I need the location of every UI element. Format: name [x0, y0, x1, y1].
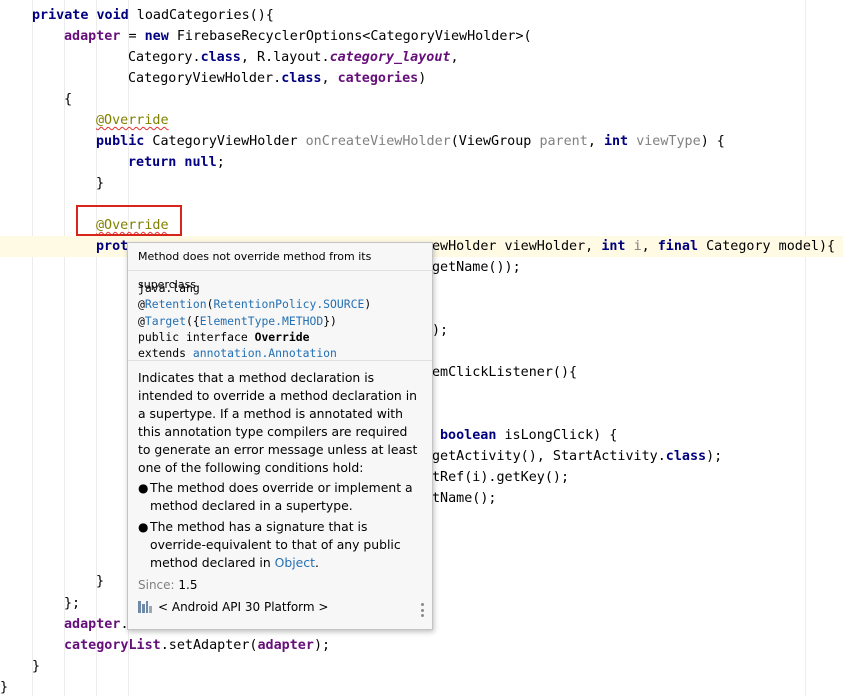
code-line[interactable]: } — [96, 571, 104, 592]
code-line[interactable]: tRef(i).getKey(); — [432, 467, 569, 488]
list-item: ● The method has a signature that is over… — [138, 519, 401, 570]
bullet-icon: ● — [138, 520, 149, 534]
retention-link[interactable]: Retention — [145, 297, 207, 311]
platform-row: < Android API 30 Platform > — [138, 600, 328, 614]
code-line[interactable]: ewHolder viewHolder, int i, final Catego… — [432, 236, 835, 257]
code-line[interactable]: { — [64, 89, 72, 110]
retention-policy-link[interactable]: RetentionPolicy.SOURCE — [213, 297, 364, 311]
highlight-rectangle — [76, 205, 182, 236]
code-line[interactable]: prot — [96, 236, 128, 257]
code-line[interactable]: } — [32, 656, 40, 677]
inspection-message: Method does not override method from its… — [128, 243, 432, 291]
code-line[interactable]: adapter. — [64, 614, 129, 635]
code-line[interactable]: tName(); — [432, 488, 497, 509]
code-line[interactable]: getActivity(), StartActivity.class); — [432, 446, 722, 467]
documentation-body: Indicates that a method declaration is i… — [138, 369, 423, 572]
code-line[interactable]: private void loadCategories(){ — [32, 5, 274, 26]
code-line[interactable]: adapter = new FirebaseRecyclerOptions<Ca… — [64, 26, 532, 47]
list-item: ● The method does override or implement a… — [138, 480, 413, 513]
since-row: Since: 1.5 — [138, 578, 198, 592]
code-line[interactable]: public CategoryViewHolder onCreateViewHo… — [96, 131, 725, 152]
object-link[interactable]: Object — [275, 555, 315, 570]
code-line[interactable]: emClickListener(){ — [432, 362, 577, 383]
bullet-icon: ● — [138, 481, 149, 495]
target-link[interactable]: Target — [145, 314, 186, 328]
code-line[interactable]: @Override — [96, 110, 169, 131]
code-line[interactable]: ); — [432, 320, 448, 341]
code-line[interactable]: categoryList.setAdapter(adapter); — [64, 635, 330, 656]
code-line[interactable]: } — [0, 677, 8, 698]
library-icon — [138, 601, 152, 613]
code-line[interactable]: } — [96, 173, 104, 194]
code-line[interactable]: boolean isLongClick) { — [440, 425, 617, 446]
element-type-link[interactable]: ElementType.METHOD — [200, 314, 323, 328]
code-line[interactable]: getName()); — [432, 257, 521, 278]
declaration-block: java.lang @Retention(RetentionPolicy.SOU… — [128, 271, 432, 361]
description-text: Indicates that a method declaration is i… — [138, 370, 418, 475]
code-line[interactable]: }; — [64, 593, 80, 614]
annotation-link[interactable]: annotation.Annotation — [193, 346, 337, 360]
quick-documentation-popup[interactable]: Method does not override method from its… — [127, 242, 433, 630]
code-line[interactable]: return null; — [128, 152, 225, 173]
code-line[interactable]: CategoryViewHolder.class, categories) — [128, 68, 426, 89]
kebab-menu-icon[interactable] — [420, 603, 424, 617]
indent-guide — [32, 0, 33, 696]
right-margin-guide — [805, 0, 806, 696]
code-line[interactable]: Category.class, R.layout.category_layout… — [128, 47, 459, 68]
